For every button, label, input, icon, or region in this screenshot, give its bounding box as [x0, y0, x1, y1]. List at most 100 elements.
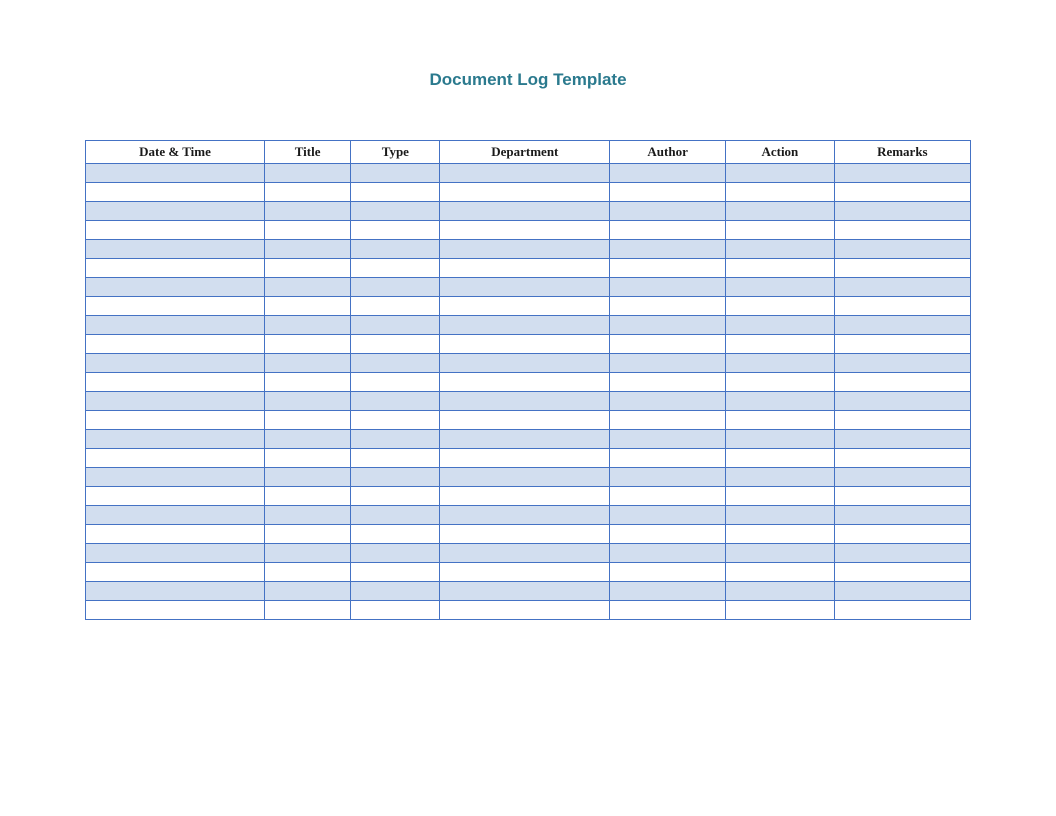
table-cell: [86, 544, 265, 563]
table-cell: [86, 316, 265, 335]
table-cell: [440, 202, 610, 221]
table-row: [86, 297, 971, 316]
table-cell: [86, 411, 265, 430]
table-cell: [726, 202, 835, 221]
table-cell: [610, 582, 726, 601]
table-cell: [726, 335, 835, 354]
table-row: [86, 240, 971, 259]
table-cell: [264, 221, 350, 240]
column-header-department: Department: [440, 141, 610, 164]
table-cell: [86, 259, 265, 278]
table-cell: [351, 335, 440, 354]
table-row: [86, 259, 971, 278]
table-cell: [610, 278, 726, 297]
column-header-type: Type: [351, 141, 440, 164]
table-cell: [610, 221, 726, 240]
table-cell: [351, 468, 440, 487]
table-cell: [610, 202, 726, 221]
table-cell: [834, 487, 970, 506]
table-cell: [264, 525, 350, 544]
table-cell: [610, 601, 726, 620]
table-cell: [726, 240, 835, 259]
table-cell: [86, 430, 265, 449]
table-cell: [351, 354, 440, 373]
table-cell: [86, 563, 265, 582]
column-header-action: Action: [726, 141, 835, 164]
table-cell: [440, 297, 610, 316]
column-header-remarks: Remarks: [834, 141, 970, 164]
table-cell: [610, 449, 726, 468]
table-cell: [610, 392, 726, 411]
table-row: [86, 202, 971, 221]
table-cell: [834, 430, 970, 449]
table-cell: [86, 373, 265, 392]
table-cell: [834, 221, 970, 240]
table-cell: [726, 297, 835, 316]
table-cell: [351, 183, 440, 202]
table-cell: [610, 354, 726, 373]
table-cell: [351, 373, 440, 392]
table-cell: [834, 164, 970, 183]
table-cell: [264, 506, 350, 525]
table-cell: [351, 563, 440, 582]
table-cell: [440, 601, 610, 620]
table-cell: [351, 525, 440, 544]
table-cell: [264, 449, 350, 468]
table-cell: [726, 430, 835, 449]
table-cell: [264, 392, 350, 411]
table-row: [86, 544, 971, 563]
table-cell: [351, 164, 440, 183]
table-cell: [264, 164, 350, 183]
table-cell: [610, 183, 726, 202]
table-cell: [610, 259, 726, 278]
table-cell: [264, 240, 350, 259]
table-cell: [86, 392, 265, 411]
table-cell: [726, 563, 835, 582]
table-cell: [834, 563, 970, 582]
table-cell: [351, 487, 440, 506]
table-cell: [86, 297, 265, 316]
table-cell: [264, 487, 350, 506]
table-cell: [440, 430, 610, 449]
table-cell: [86, 164, 265, 183]
table-cell: [351, 544, 440, 563]
table-cell: [726, 525, 835, 544]
table-cell: [86, 487, 265, 506]
table-cell: [264, 259, 350, 278]
table-cell: [440, 354, 610, 373]
table-cell: [834, 240, 970, 259]
table-cell: [726, 468, 835, 487]
table-row: [86, 373, 971, 392]
page-title: Document Log Template: [85, 70, 971, 90]
table-row: [86, 354, 971, 373]
table-header-row: Date & Time Title Type Department Author…: [86, 141, 971, 164]
table-cell: [86, 202, 265, 221]
table-cell: [440, 525, 610, 544]
table-cell: [834, 297, 970, 316]
table-cell: [726, 506, 835, 525]
table-cell: [86, 354, 265, 373]
table-cell: [86, 468, 265, 487]
table-cell: [86, 183, 265, 202]
table-cell: [264, 183, 350, 202]
table-row: [86, 468, 971, 487]
table-cell: [440, 487, 610, 506]
table-cell: [834, 392, 970, 411]
table-cell: [264, 373, 350, 392]
table-row: [86, 506, 971, 525]
table-row: [86, 563, 971, 582]
table-cell: [610, 297, 726, 316]
table-cell: [351, 202, 440, 221]
table-row: [86, 582, 971, 601]
table-cell: [86, 525, 265, 544]
table-cell: [440, 316, 610, 335]
table-cell: [351, 601, 440, 620]
table-cell: [610, 506, 726, 525]
table-cell: [440, 563, 610, 582]
table-row: [86, 525, 971, 544]
table-row: [86, 164, 971, 183]
table-cell: [834, 202, 970, 221]
table-cell: [834, 335, 970, 354]
table-cell: [264, 202, 350, 221]
table-cell: [726, 278, 835, 297]
